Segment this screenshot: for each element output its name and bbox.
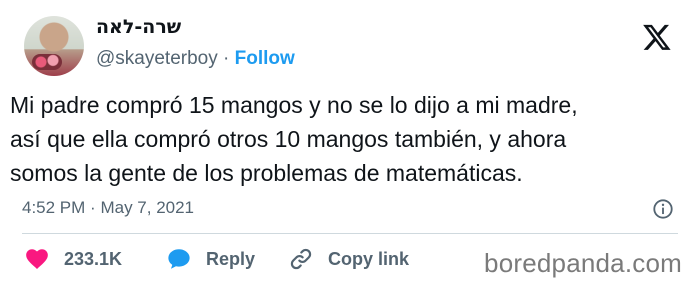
reply-button[interactable]: Reply <box>166 246 255 272</box>
author-display-name[interactable]: שרה-לאה <box>96 16 181 38</box>
tweet-line: Mi padre compró 15 mangos y no se lo dij… <box>10 92 578 118</box>
author-handle[interactable]: @skayeterboy <box>96 48 218 69</box>
meta-separator: · <box>90 198 96 217</box>
tweet-date: May 7, 2021 <box>100 198 195 217</box>
tweet-card: שרה-לאה @skayeterboy · Follow Mi padre c… <box>0 0 700 287</box>
avatar[interactable] <box>24 16 84 76</box>
follow-button[interactable]: Follow <box>235 48 295 69</box>
copy-link-button[interactable]: Copy link <box>288 246 409 272</box>
link-icon <box>290 248 312 270</box>
tweet-text: Mi padre compró 15 mangos y no se lo dij… <box>10 88 700 190</box>
heart-icon <box>26 249 48 269</box>
reply-label: Reply <box>206 248 256 269</box>
tweet-line: somos la gente de los problemas de matem… <box>10 160 523 186</box>
tweet-timestamp[interactable]: 4:52 PM · May 7, 2021 <box>22 198 194 218</box>
watermark: boredpanda.com <box>484 248 682 278</box>
tweet-time: 4:52 PM <box>22 198 86 217</box>
x-logo-icon[interactable] <box>642 22 672 52</box>
author-handle-row: @skayeterboy · Follow <box>96 48 295 70</box>
like-button[interactable]: 233.1K <box>24 246 122 272</box>
reply-bubble-icon <box>168 249 190 269</box>
handle-separator: · <box>223 48 230 69</box>
copy-link-label: Copy link <box>328 248 410 269</box>
divider <box>22 233 678 234</box>
like-count: 233.1K <box>64 248 123 269</box>
avatar-flowers <box>32 54 62 70</box>
info-icon[interactable] <box>652 198 674 220</box>
tweet-line: así que ella compró otros 10 mangos tamb… <box>10 126 567 152</box>
